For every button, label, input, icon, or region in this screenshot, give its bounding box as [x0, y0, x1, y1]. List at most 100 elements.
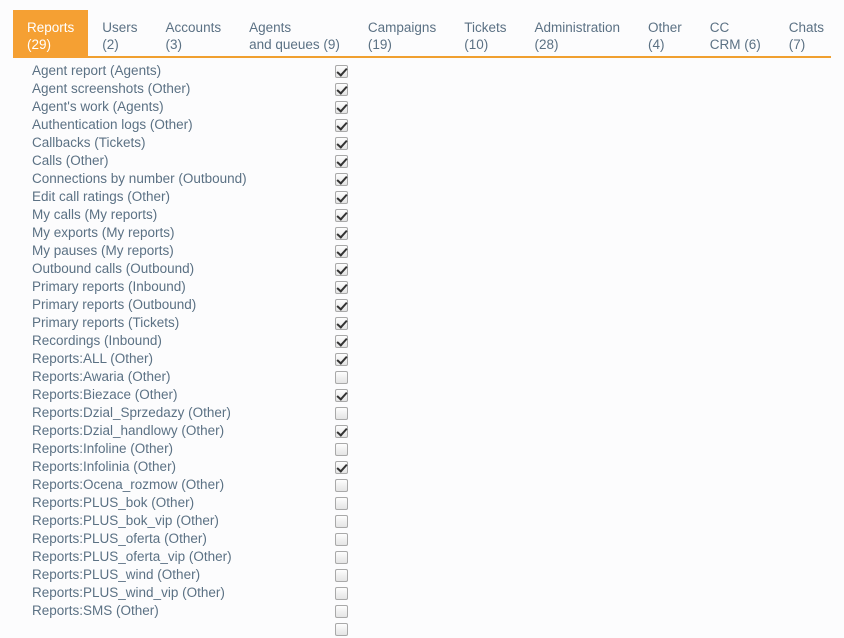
permission-checkbox-unchecked[interactable]: [335, 478, 348, 492]
tab-label-primary: Chats: [788, 20, 825, 35]
permission-row[interactable]: Reports:Infolinia (Other): [0, 458, 844, 476]
tab-cc[interactable]: CC CRM (6): [696, 10, 775, 58]
tab-other[interactable]: Other (4): [634, 10, 696, 58]
permission-checkbox-checked[interactable]: [335, 316, 348, 330]
permission-checkbox-unchecked[interactable]: [335, 586, 348, 600]
permission-checkbox-unchecked[interactable]: [335, 550, 348, 564]
permission-checkbox-checked[interactable]: [335, 460, 348, 474]
permission-row[interactable]: Agent screenshots (Other): [0, 80, 844, 98]
permission-row[interactable]: Authentication logs (Other): [0, 116, 844, 134]
permission-row[interactable]: Reports:Ocena_rozmow (Other): [0, 476, 844, 494]
permission-label: Reports:PLUS_wind (Other): [32, 567, 201, 582]
tab-label-count: (7): [788, 37, 806, 52]
permission-row[interactable]: Primary reports (Outbound): [0, 296, 844, 314]
permission-label: Reports:Dzial_Sprzedazy (Other): [32, 405, 231, 420]
permission-row[interactable]: Reports:Biezace (Other): [0, 386, 844, 404]
permission-row[interactable]: Reports:Dzial_Sprzedazy (Other): [0, 404, 844, 422]
permission-checkbox-checked[interactable]: [335, 208, 348, 222]
permission-checkbox-checked[interactable]: [335, 118, 348, 132]
tab-reports[interactable]: Reports (29): [13, 10, 89, 58]
permission-label: Authentication logs (Other): [32, 117, 193, 132]
permission-row[interactable]: Reports:ALL (Other): [0, 350, 844, 368]
tab-label-primary: Users: [102, 20, 138, 35]
permission-checkbox-checked[interactable]: [335, 154, 348, 168]
permission-checkbox-checked[interactable]: [335, 388, 348, 402]
permission-label: Reports:PLUS_oferta_vip (Other): [32, 549, 232, 564]
tab-label-primary: Campaigns: [367, 20, 437, 35]
permission-checkbox-unchecked[interactable]: [335, 496, 348, 510]
tab-chats[interactable]: Chats (7): [775, 10, 838, 58]
tab-label-count: (3): [165, 37, 183, 52]
permission-checkbox-unchecked[interactable]: [335, 622, 348, 636]
permission-checkbox-checked[interactable]: [335, 424, 348, 438]
permission-label: Reports:ALL (Other): [32, 351, 154, 366]
permission-row[interactable]: Calls (Other): [0, 152, 844, 170]
permission-row[interactable]: Outbound calls (Outbound): [0, 260, 844, 278]
permission-label: Reports:PLUS_wind_vip (Other): [32, 585, 225, 600]
permission-checkbox-checked[interactable]: [335, 262, 348, 276]
permission-row[interactable]: Agent's work (Agents): [0, 98, 844, 116]
permission-checkbox-unchecked[interactable]: [335, 370, 348, 384]
permission-label: Reports:PLUS_bok_vip (Other): [32, 513, 219, 528]
tab-tickets[interactable]: Tickets (10): [450, 10, 520, 58]
permission-checkbox-unchecked[interactable]: [335, 568, 348, 582]
permission-checkbox-checked[interactable]: [335, 334, 348, 348]
permission-row[interactable]: My calls (My reports): [0, 206, 844, 224]
permission-label: Reports:PLUS_bok (Other): [32, 495, 195, 510]
tab-campaigns[interactable]: Campaigns (19): [354, 10, 450, 58]
permission-checkbox-checked[interactable]: [335, 280, 348, 294]
permission-row[interactable]: Reports:Infoline (Other): [0, 440, 844, 458]
permission-checkbox-checked[interactable]: [335, 298, 348, 312]
tab-label-primary: Other: [648, 20, 682, 35]
tab-label-primary: CC: [709, 20, 730, 35]
tab-label-primary: Administration: [534, 20, 621, 35]
tab-label-count: (10): [464, 37, 489, 52]
permission-checkbox-unchecked[interactable]: [335, 442, 348, 456]
permission-row[interactable]: Reports:SMS (Other): [0, 602, 844, 620]
tab-administration[interactable]: Administration (28): [520, 10, 634, 58]
permission-checkbox-checked[interactable]: [335, 190, 348, 204]
permission-label: Primary reports (Tickets): [32, 315, 180, 330]
permission-row[interactable]: Callbacks (Tickets): [0, 134, 844, 152]
permission-category-tabs: Reports (29) Users (2) Accounts (3) Agents and …: [0, 0, 844, 58]
permission-checkbox-checked[interactable]: [335, 352, 348, 366]
permission-checkbox-checked[interactable]: [335, 136, 348, 150]
permission-checkbox-unchecked[interactable]: [335, 532, 348, 546]
permission-row[interactable]: Reports:PLUS_oferta (Other): [0, 530, 844, 548]
permission-row[interactable]: Edit call ratings (Other): [0, 188, 844, 206]
permission-checkbox-unchecked[interactable]: [335, 604, 348, 618]
tab-label-primary: Reports: [27, 20, 75, 35]
permission-row[interactable]: Reports:Dzial_handlowy (Other): [0, 422, 844, 440]
tab-agents[interactable]: Agents and queues (9): [235, 10, 354, 58]
permission-checkbox-checked[interactable]: [335, 82, 348, 96]
permission-row[interactable]: Agent report (Agents): [0, 62, 844, 80]
permission-row[interactable]: Reports:PLUS_bok_vip (Other): [0, 512, 844, 530]
permission-row[interactable]: My pauses (My reports): [0, 242, 844, 260]
permission-row[interactable]: Recordings (Inbound): [0, 332, 844, 350]
permission-row[interactable]: Reports:PLUS_wind (Other): [0, 566, 844, 584]
tab-users[interactable]: Users (2): [88, 10, 151, 58]
permission-row[interactable]: Connections by number (Outbound): [0, 170, 844, 188]
permission-row[interactable]: [0, 620, 844, 638]
permission-label: My calls (My reports): [32, 207, 158, 222]
permission-checkbox-checked[interactable]: [335, 244, 348, 258]
permission-checkbox-unchecked[interactable]: [335, 406, 348, 420]
permission-label: Primary reports (Outbound): [32, 297, 197, 312]
permission-row[interactable]: Primary reports (Tickets): [0, 314, 844, 332]
permission-checkbox-unchecked[interactable]: [335, 514, 348, 528]
permission-label: Reports:SMS (Other): [32, 603, 159, 618]
permission-label: Agent screenshots (Other): [32, 81, 191, 96]
permission-row[interactable]: Reports:PLUS_oferta_vip (Other): [0, 548, 844, 566]
permission-checkbox-checked[interactable]: [335, 64, 348, 78]
permission-row[interactable]: Reports:Awaria (Other): [0, 368, 844, 386]
tab-accounts[interactable]: Accounts (3): [152, 10, 236, 58]
permission-label: Agent's work (Agents): [32, 99, 164, 114]
permission-label: Reports:Infolinia (Other): [32, 459, 177, 474]
permission-row[interactable]: Reports:PLUS_wind_vip (Other): [0, 584, 844, 602]
permission-checkbox-checked[interactable]: [335, 100, 348, 114]
permission-row[interactable]: Reports:PLUS_bok (Other): [0, 494, 844, 512]
permission-checkbox-checked[interactable]: [335, 226, 348, 240]
permission-row[interactable]: Primary reports (Inbound): [0, 278, 844, 296]
permission-row[interactable]: My exports (My reports): [0, 224, 844, 242]
permission-checkbox-checked[interactable]: [335, 172, 348, 186]
